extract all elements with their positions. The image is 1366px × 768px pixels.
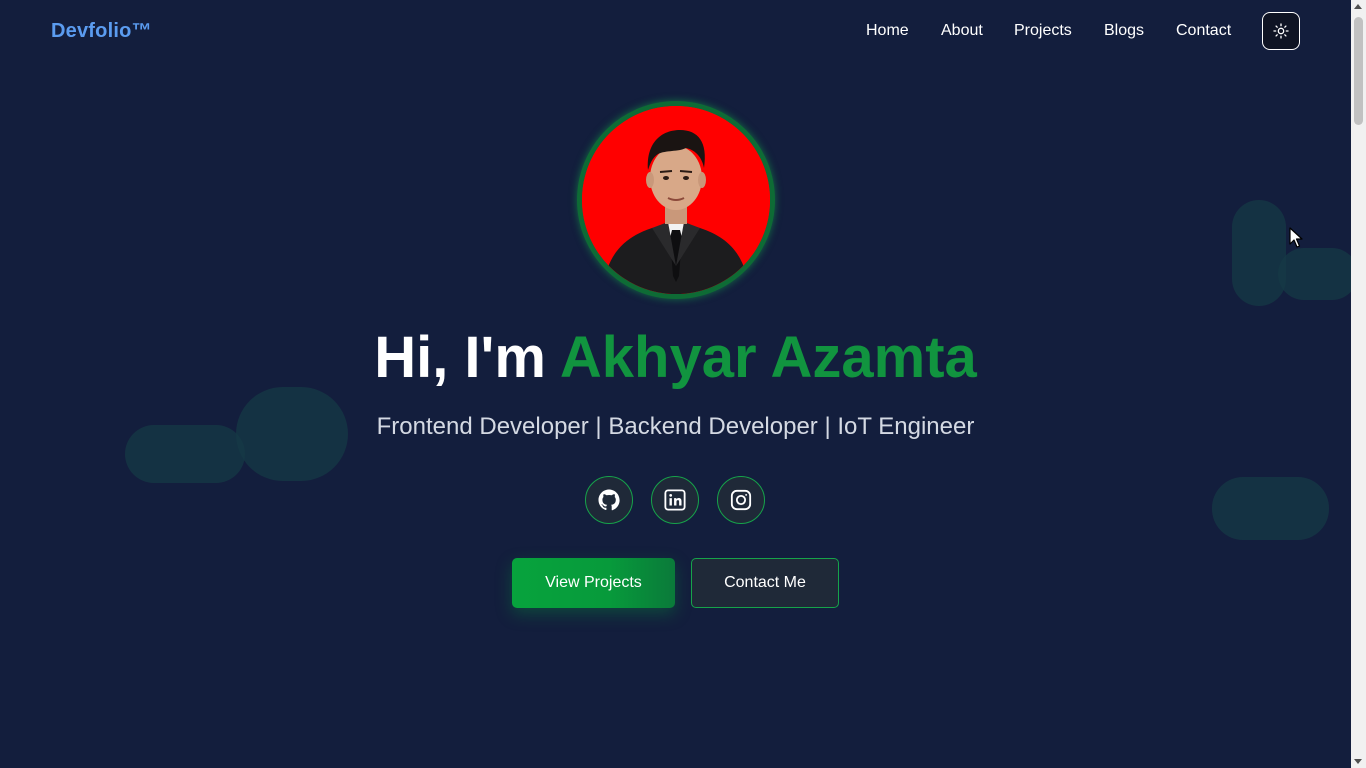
decorative-blob: [1212, 477, 1329, 540]
instagram-link[interactable]: [717, 476, 765, 524]
instagram-icon: [730, 489, 752, 511]
hero-name: Akhyar Azamta: [559, 325, 977, 390]
scroll-up-arrow-icon[interactable]: [1354, 4, 1362, 9]
sun-icon: [1273, 23, 1289, 39]
theme-toggle-button[interactable]: [1262, 12, 1300, 50]
hero-greeting: Hi, I'm: [374, 325, 546, 390]
nav-link-blogs[interactable]: Blogs: [1104, 22, 1144, 40]
page: Devfolio™ Home About Projects Blogs Cont…: [0, 0, 1366, 768]
decorative-blob: [1232, 200, 1286, 306]
nav-link-contact[interactable]: Contact: [1176, 22, 1231, 40]
nav-link-about[interactable]: About: [941, 22, 983, 40]
main-nav: Home About Projects Blogs Contact: [0, 22, 1366, 42]
view-projects-button[interactable]: View Projects: [512, 558, 675, 608]
contact-me-button[interactable]: Contact Me: [691, 558, 839, 608]
github-link[interactable]: [585, 476, 633, 524]
scroll-down-arrow-icon[interactable]: [1354, 759, 1362, 764]
scrollbar-thumb[interactable]: [1354, 17, 1363, 125]
decorative-blob: [1278, 248, 1358, 300]
hero-title: Hi, I'm Akhyar Azamta: [0, 322, 1351, 394]
linkedin-link[interactable]: [651, 476, 699, 524]
avatar: [577, 101, 775, 299]
linkedin-icon: [664, 489, 686, 511]
page-scrollbar[interactable]: [1351, 0, 1366, 768]
mouse-cursor-icon: [1289, 227, 1303, 248]
profile-photo: [582, 106, 770, 294]
hero-subtitle: Frontend Developer | Backend Developer |…: [376, 413, 975, 440]
github-icon: [598, 489, 620, 511]
nav-link-home[interactable]: Home: [866, 22, 909, 40]
nav-link-projects[interactable]: Projects: [1014, 22, 1072, 40]
